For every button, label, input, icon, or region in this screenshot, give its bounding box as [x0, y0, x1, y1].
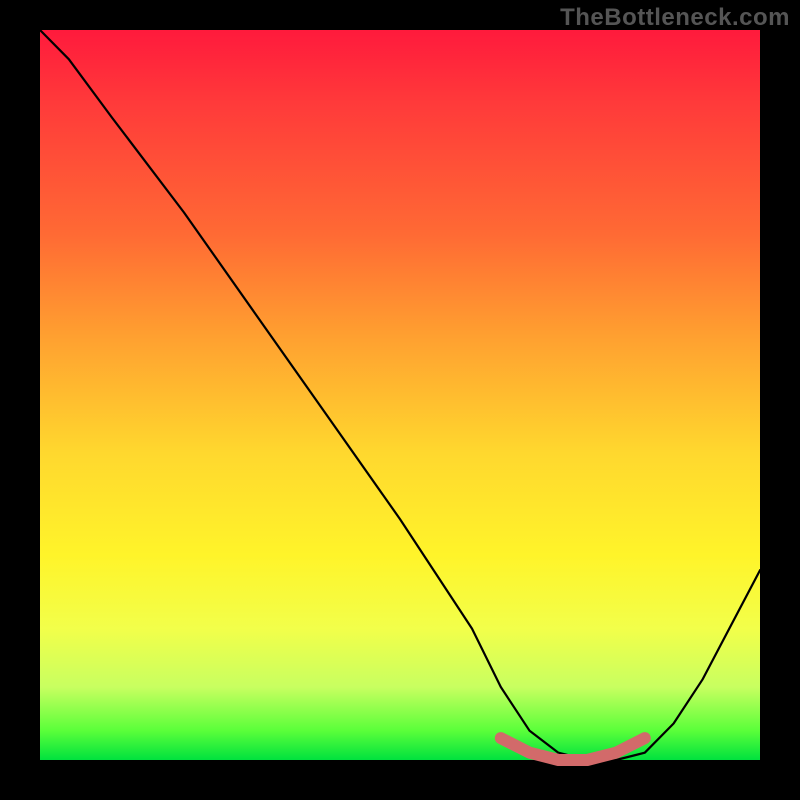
highlight-range [501, 738, 645, 760]
bottleneck-curve [40, 30, 760, 760]
attribution-label: TheBottleneck.com [560, 4, 790, 32]
chart-frame: TheBottleneck.com [0, 0, 800, 800]
chart-svg [40, 30, 760, 760]
plot-area [40, 30, 760, 760]
